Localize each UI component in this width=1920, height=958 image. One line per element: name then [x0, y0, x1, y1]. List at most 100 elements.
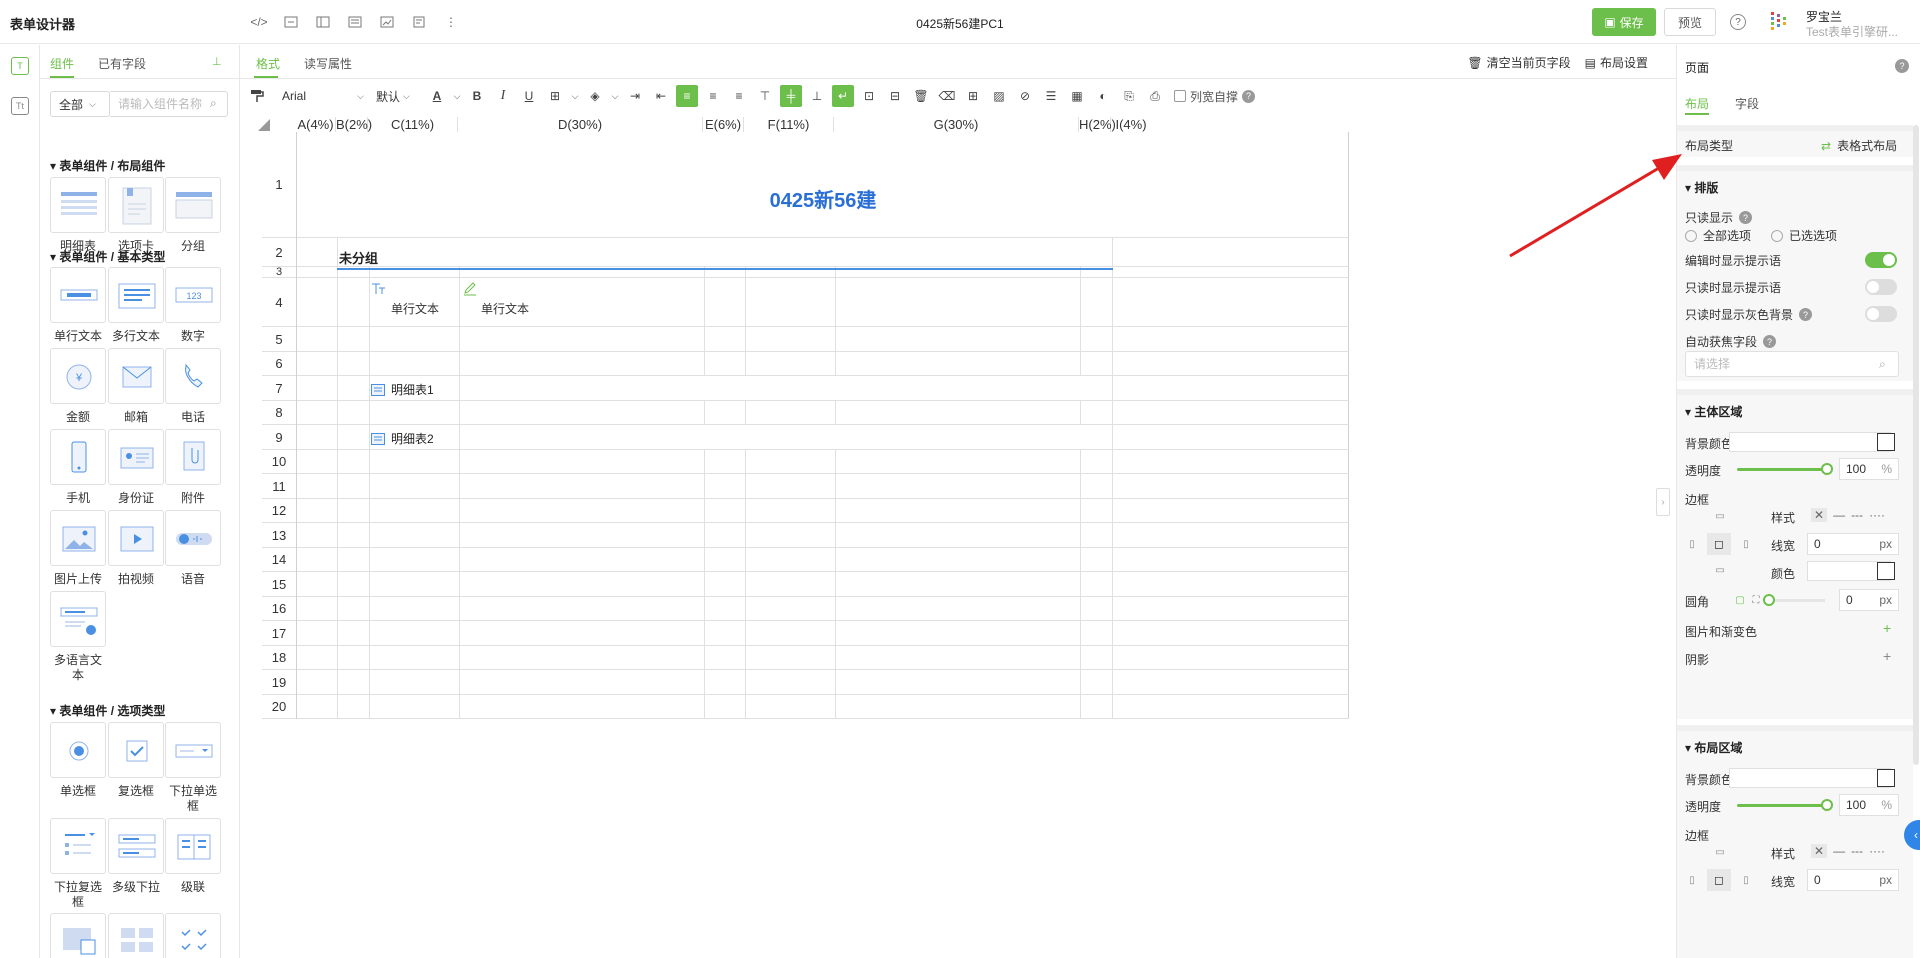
column-header[interactable]: D(30%): [458, 117, 703, 132]
dotted-border-icon[interactable]: ····: [1869, 844, 1885, 858]
component-image-upload[interactable]: 图片上传: [50, 510, 106, 587]
opacity-input[interactable]: 100%: [1839, 458, 1899, 480]
border-all-icon[interactable]: ◻: [1707, 869, 1731, 891]
table-row[interactable]: [297, 646, 1349, 670]
indent-increase-icon[interactable]: ⇥: [624, 85, 646, 107]
border-icon[interactable]: ⊞: [544, 85, 566, 107]
preview-button[interactable]: 预览: [1664, 8, 1716, 36]
row-header[interactable]: 1: [262, 132, 296, 238]
border-style-options[interactable]: ✕ — --- ····: [1811, 505, 1899, 525]
autofocus-field-select[interactable]: [1685, 351, 1899, 377]
column-header[interactable]: C(11%): [368, 117, 458, 132]
align-left-icon[interactable]: ≡: [676, 85, 698, 107]
radius-input[interactable]: 0 px: [1839, 589, 1899, 611]
opacity-slider-knob[interactable]: [1821, 463, 1833, 475]
column-header[interactable]: A(4%): [296, 117, 336, 132]
pin-icon[interactable]: ⊥: [212, 55, 222, 68]
chart-icon[interactable]: [376, 12, 398, 32]
font-family-select[interactable]: Arial ⌵: [278, 85, 368, 107]
insert-image-icon[interactable]: ▨: [988, 85, 1010, 107]
component-group[interactable]: 分组: [165, 177, 221, 254]
row-header[interactable]: 6: [262, 352, 296, 376]
panel-scrollbar[interactable]: [1913, 125, 1919, 765]
tab-existing-fields[interactable]: 已有字段: [98, 55, 146, 72]
component-video[interactable]: 拍视频: [108, 510, 164, 587]
column-header[interactable]: I(4%): [1111, 117, 1151, 132]
add-shadow-icon[interactable]: +: [1883, 648, 1891, 664]
help-icon[interactable]: ?: [1895, 59, 1909, 73]
indent-decrease-icon[interactable]: ⇤: [650, 85, 672, 107]
component-dropdown-multi[interactable]: 下拉复选框: [50, 818, 106, 910]
table-row[interactable]: [297, 327, 1349, 352]
border-right-icon[interactable]: ▯: [1739, 873, 1753, 887]
no-border-icon[interactable]: ✕: [1811, 844, 1828, 858]
layout-settings-button[interactable]: ▤ 布局设置: [1585, 54, 1648, 71]
code-icon[interactable]: </>: [248, 12, 270, 32]
component-number[interactable]: 123 数字: [165, 267, 221, 344]
table-row[interactable]: [297, 597, 1349, 621]
component-phone[interactable]: 电话: [165, 348, 221, 425]
form-title[interactable]: 0425新56建: [297, 184, 1349, 213]
border-color-picker[interactable]: [1877, 562, 1895, 580]
component-checkbox[interactable]: 复选框: [108, 722, 164, 799]
dashed-border-icon[interactable]: ---: [1851, 844, 1863, 858]
help-icon[interactable]: ?: [1730, 14, 1746, 30]
opacity-input[interactable]: 100%: [1839, 794, 1899, 816]
table-layout-icon[interactable]: ▦: [1066, 85, 1088, 107]
row-header[interactable]: 2: [262, 238, 296, 267]
title-row[interactable]: 0425新56建: [297, 132, 1349, 238]
valign-bottom-icon[interactable]: ⊥: [806, 85, 828, 107]
add-image-gradient-icon[interactable]: +: [1883, 620, 1891, 636]
field-input[interactable]: 单行文本: [481, 300, 529, 317]
row-header[interactable]: 19: [262, 670, 296, 695]
component-tabs[interactable]: 选项卡: [108, 177, 164, 254]
row-header[interactable]: 17: [262, 621, 296, 646]
tab-components[interactable]: 组件: [50, 55, 74, 72]
column-header[interactable]: B(2%): [336, 117, 372, 132]
row-header[interactable]: 13: [262, 523, 296, 548]
row-header[interactable]: 15: [262, 572, 296, 597]
row-header[interactable]: 8: [262, 401, 296, 425]
component-radio[interactable]: 单选框: [50, 722, 106, 799]
group-label[interactable]: 未分组: [339, 248, 378, 267]
copy-icon[interactable]: [344, 12, 366, 32]
component-multi-level-dropdown[interactable]: 多级下拉: [108, 818, 164, 895]
table-row[interactable]: [297, 670, 1349, 695]
show-hint-on-edit-toggle[interactable]: [1865, 252, 1897, 268]
row-header[interactable]: 16: [262, 597, 296, 621]
typeset-title[interactable]: ▾ 排版: [1685, 179, 1718, 196]
layout-type-switch[interactable]: ⇄ 表格式布局: [1821, 137, 1897, 154]
readonly-option-selected[interactable]: 已选选项: [1771, 227, 1837, 244]
component-single-line-text[interactable]: 单行文本: [50, 267, 106, 344]
dashed-border-icon[interactable]: ---: [1851, 508, 1863, 522]
save-button[interactable]: ▣ 保存: [1592, 8, 1656, 36]
border-all-icon[interactable]: ◻: [1707, 533, 1731, 555]
chevron-down-icon[interactable]: ⌵: [452, 85, 462, 107]
tab-read-write[interactable]: 读写属性: [304, 55, 352, 72]
insert-table-icon[interactable]: ⊞: [962, 85, 984, 107]
section-basic-components[interactable]: ▾ 表单组件 / 基本类型: [50, 248, 165, 265]
bg-color-input[interactable]: [1729, 432, 1891, 452]
component-more-3[interactable]: [165, 913, 221, 958]
delete-icon[interactable]: 🗑: [910, 85, 932, 107]
bg-color-picker[interactable]: [1877, 433, 1895, 451]
row-header[interactable]: 11: [262, 474, 296, 499]
row-header[interactable]: 5: [262, 327, 296, 352]
field-row[interactable]: 单行文本 单行文本: [297, 278, 1349, 327]
export-icon[interactable]: ⎘: [1118, 85, 1140, 107]
solid-border-icon[interactable]: —: [1833, 844, 1845, 858]
sheet-canvas[interactable]: 0425新56建 未分组 单行文本 单行文本 明细表1 明细表2: [296, 132, 1349, 719]
component-more-1[interactable]: [50, 913, 106, 958]
align-center-icon[interactable]: ≡: [702, 85, 724, 107]
border-right-icon[interactable]: ▯: [1739, 537, 1753, 551]
border-top-icon[interactable]: ▭: [1713, 845, 1727, 859]
help-icon[interactable]: ?: [1242, 89, 1256, 103]
row-header[interactable]: 4: [262, 278, 296, 327]
readonly-gray-background-toggle[interactable]: [1865, 306, 1897, 322]
table-row[interactable]: [297, 401, 1349, 425]
component-amount[interactable]: ¥ 金额: [50, 348, 106, 425]
detail-table-row[interactable]: 明细表1: [297, 376, 1349, 401]
border-left-icon[interactable]: ▯: [1685, 873, 1699, 887]
no-border-icon[interactable]: ✕: [1811, 508, 1828, 522]
readonly-option-all[interactable]: 全部选项: [1685, 227, 1751, 244]
